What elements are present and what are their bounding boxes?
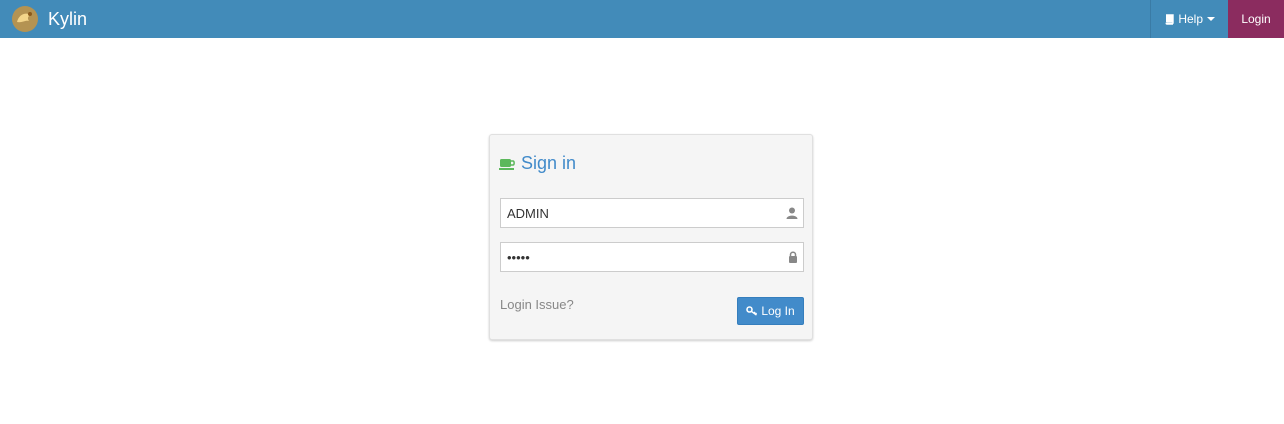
brand[interactable]: Kylin xyxy=(10,0,87,38)
signin-panel: Sign in Login Issue? Log In xyxy=(489,134,813,340)
help-dropdown[interactable]: Help xyxy=(1150,0,1228,38)
coffee-cup-icon xyxy=(499,158,515,170)
signin-title: Sign in xyxy=(499,153,576,174)
password-field-wrapper xyxy=(500,242,804,272)
user-icon xyxy=(786,207,798,219)
login-nav-button[interactable]: Login xyxy=(1228,0,1284,38)
navbar-right: Help Login xyxy=(1150,0,1284,38)
lock-icon xyxy=(789,251,797,263)
login-nav-label: Login xyxy=(1241,12,1271,26)
chevron-down-icon xyxy=(1207,17,1215,21)
password-input[interactable] xyxy=(501,243,777,271)
kylin-logo-icon xyxy=(12,6,38,32)
username-input[interactable] xyxy=(501,199,777,227)
username-field-wrapper xyxy=(500,198,804,228)
signin-title-text: Sign in xyxy=(521,153,577,173)
help-label: Help xyxy=(1178,12,1203,26)
brand-name: Kylin xyxy=(48,8,88,29)
log-in-button[interactable]: Log In xyxy=(737,297,804,325)
top-navbar: Kylin Help Login xyxy=(0,0,1284,38)
book-icon xyxy=(1165,13,1175,25)
key-icon xyxy=(746,306,758,316)
log-in-button-label: Log In xyxy=(761,304,795,318)
login-issue-link[interactable]: Login Issue? xyxy=(500,297,574,312)
